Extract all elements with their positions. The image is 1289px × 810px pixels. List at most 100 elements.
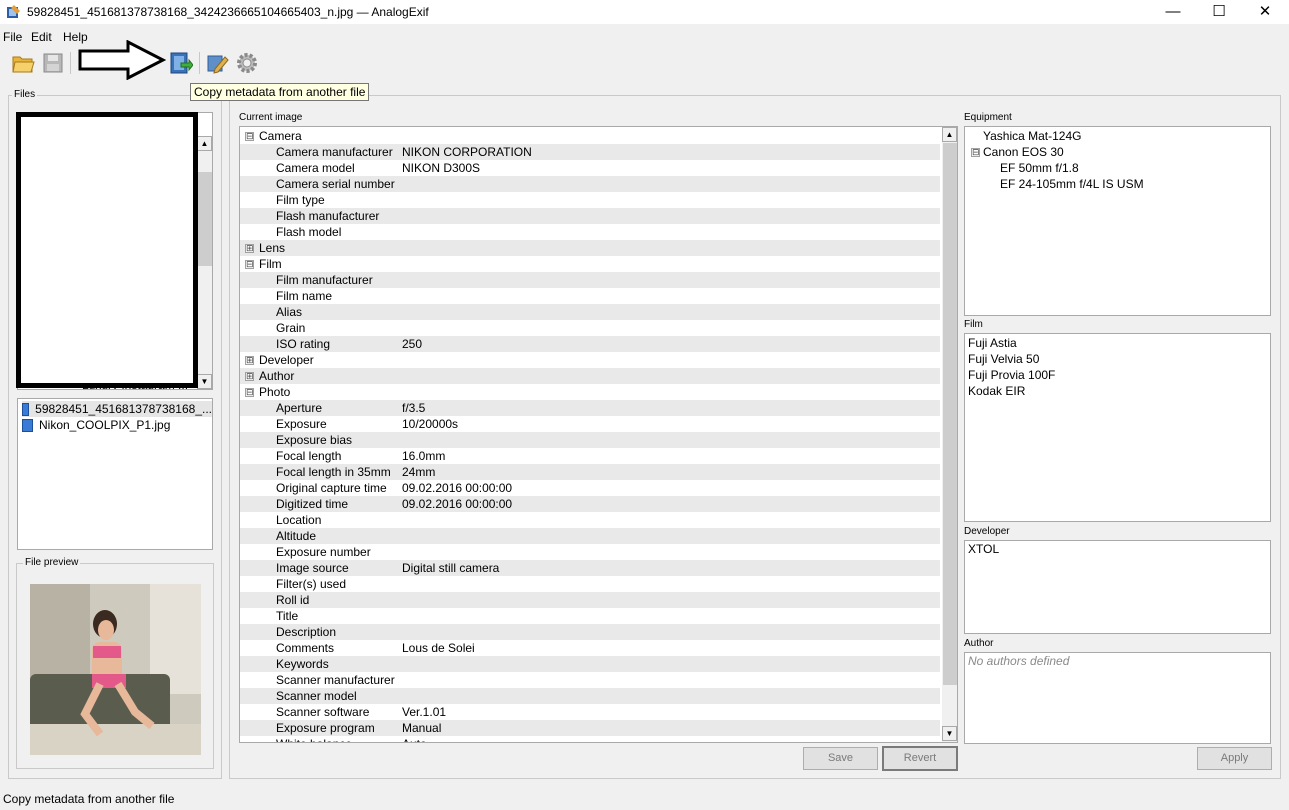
save-icon[interactable] [41,51,65,75]
metadata-group-row[interactable]: ⊟ Film [240,256,940,272]
metadata-field-row[interactable]: Exposure number [240,544,940,560]
metadata-group-row[interactable]: ⊟ Photo [240,384,940,400]
metadata-field-row[interactable]: Film name [240,288,940,304]
metadata-field-row[interactable]: Exposure bias [240,432,940,448]
metadata-field-value[interactable]: 09.02.2016 00:00:00 [402,480,512,496]
metadata-group-row[interactable]: ⊞ Developer [240,352,940,368]
metadata-group-row[interactable]: ⊟ Camera [240,128,940,144]
edit-icon[interactable] [205,51,229,75]
metadata-field-row[interactable]: Keywords [240,656,940,672]
metadata-field-row[interactable]: Image source Digital still camera [240,560,940,576]
metadata-field-row[interactable]: Flash model [240,224,940,240]
metadata-field-row[interactable]: Film manufacturer [240,272,940,288]
collapse-icon[interactable]: ⊟ [971,148,980,157]
collapse-icon[interactable]: ⊟ [245,388,254,397]
minimize-button[interactable]: — [1150,0,1196,24]
equipment-item[interactable]: EF 50mm f/1.8 [1000,160,1079,176]
apply-button[interactable]: Apply [1197,747,1272,770]
revert-button[interactable]: Revert [882,746,958,771]
metadata-field-value[interactable]: 10/20000s [402,416,458,432]
close-button[interactable]: ✕ [1242,0,1288,24]
metadata-field-value[interactable]: NIKON D300S [402,160,480,176]
scroll-down-button[interactable]: ▼ [197,374,212,389]
metadata-field-row[interactable]: Camera model NIKON D300S [240,160,940,176]
metadata-field-value[interactable]: 16.0mm [402,448,445,464]
metadata-field-value[interactable]: 24mm [402,464,435,480]
metadata-field-value[interactable]: f/3.5 [402,400,425,416]
film-list[interactable]: Fuji Astia Fuji Velvia 50 Fuji Provia 10… [964,333,1271,522]
metadata-field-value[interactable]: 250 [402,336,422,352]
metadata-field-row[interactable]: Original capture time 09.02.2016 00:00:00 [240,480,940,496]
metadata-field-row[interactable]: Aperture f/3.5 [240,400,940,416]
metadata-field-row[interactable]: Filter(s) used [240,576,940,592]
film-item[interactable]: Fuji Provia 100F [968,367,1055,383]
metadata-field-row[interactable]: White balance Auto [240,736,940,742]
metadata-field-row[interactable]: ISO rating 250 [240,336,940,352]
metadata-field-row[interactable]: Exposure 10/20000s [240,416,940,432]
metadata-field-value[interactable]: Digital still camera [402,560,499,576]
toolbar [0,39,1289,81]
metadata-field-value[interactable]: Lous de Solei [402,640,475,656]
file-list[interactable]: 59828451_451681378738168_... Nikon_COOLP… [17,398,213,550]
metadata-field-value[interactable]: 09.02.2016 00:00:00 [402,496,512,512]
expand-icon[interactable]: ⊞ [245,356,254,365]
metadata-field-value[interactable]: Auto [402,736,427,742]
metadata-field-row[interactable]: Location [240,512,940,528]
metadata-field-value[interactable]: Manual [402,720,441,736]
collapse-icon[interactable]: ⊟ [245,132,254,141]
save-button[interactable]: Save [803,747,878,770]
metadata-field-row[interactable]: Scanner manufacturer [240,672,940,688]
metadata-field-row[interactable]: Digitized time 09.02.2016 00:00:00 [240,496,940,512]
scroll-thumb[interactable] [198,172,212,266]
scroll-up-button[interactable]: ▲ [942,127,957,142]
open-folder-icon[interactable] [11,51,35,75]
settings-icon[interactable] [235,51,259,75]
scroll-thumb[interactable] [943,143,957,685]
metadata-group-row[interactable]: ⊞ Lens [240,240,940,256]
metadata-field-row[interactable]: Roll id [240,592,940,608]
menu-file[interactable]: File [3,30,22,44]
metadata-field-row[interactable]: Description [240,624,940,640]
metadata-field-row[interactable]: Comments Lous de Solei [240,640,940,656]
scroll-down-button[interactable]: ▼ [942,726,957,741]
expand-icon[interactable]: ⊞ [245,244,254,253]
metadata-field-row[interactable]: Focal length 16.0mm [240,448,940,464]
metadata-field-row[interactable]: Flash manufacturer [240,208,940,224]
collapse-icon[interactable]: ⊟ [245,260,254,269]
metadata-field-row[interactable]: Alias [240,304,940,320]
equipment-item[interactable]: Yashica Mat-124G [983,128,1082,144]
metadata-field-row[interactable]: Film type [240,192,940,208]
metadata-tree[interactable]: ⊟ Camera Camera manufacturer NIKON CORPORAT… [239,126,958,743]
metadata-field-value[interactable]: Ver.1.01 [402,704,446,720]
scroll-up-button[interactable]: ▲ [197,136,212,151]
metadata-field-row[interactable]: Title [240,608,940,624]
film-item[interactable]: Fuji Astia [968,335,1017,351]
metadata-field-row[interactable]: Grain [240,320,940,336]
metadata-field-row[interactable]: Camera manufacturer NIKON CORPORATION [240,144,940,160]
equipment-item[interactable]: EF 24-105mm f/4L IS USM [1000,176,1144,192]
maximize-button[interactable]: ☐ [1196,0,1242,24]
menu-edit[interactable]: Edit [31,30,52,44]
folder-scrollbar[interactable]: ▲ ▼ [197,136,212,389]
equipment-item[interactable]: Canon EOS 30 [983,144,1064,160]
developer-item[interactable]: XTOL [968,541,999,557]
metadata-field-row[interactable]: Scanner software Ver.1.01 [240,704,940,720]
author-list[interactable]: No authors defined [964,652,1271,744]
file-item[interactable]: Nikon_COOLPIX_P1.jpg [22,417,212,433]
file-item[interactable]: 59828451_451681378738168_... [22,401,212,417]
copy-metadata-icon[interactable] [169,51,194,75]
equipment-tree[interactable]: Yashica Mat-124G ⊟ Canon EOS 30 EF 50mm … [964,126,1271,316]
metadata-scrollbar[interactable]: ▲ ▼ [942,127,957,742]
metadata-field-row[interactable]: Camera serial number [240,176,940,192]
metadata-field-row[interactable]: Focal length in 35mm 24mm [240,464,940,480]
metadata-field-row[interactable]: Altitude [240,528,940,544]
developer-list[interactable]: XTOL [964,540,1271,634]
film-item[interactable]: Fuji Velvia 50 [968,351,1039,367]
expand-icon[interactable]: ⊞ [245,372,254,381]
film-item[interactable]: Kodak EIR [968,383,1025,399]
metadata-field-label: Grain [276,321,306,335]
metadata-group-row[interactable]: ⊞ Author [240,368,940,384]
metadata-field-row[interactable]: Scanner model [240,688,940,704]
metadata-field-value[interactable]: NIKON CORPORATION [402,144,532,160]
metadata-field-row[interactable]: Exposure program Manual [240,720,940,736]
